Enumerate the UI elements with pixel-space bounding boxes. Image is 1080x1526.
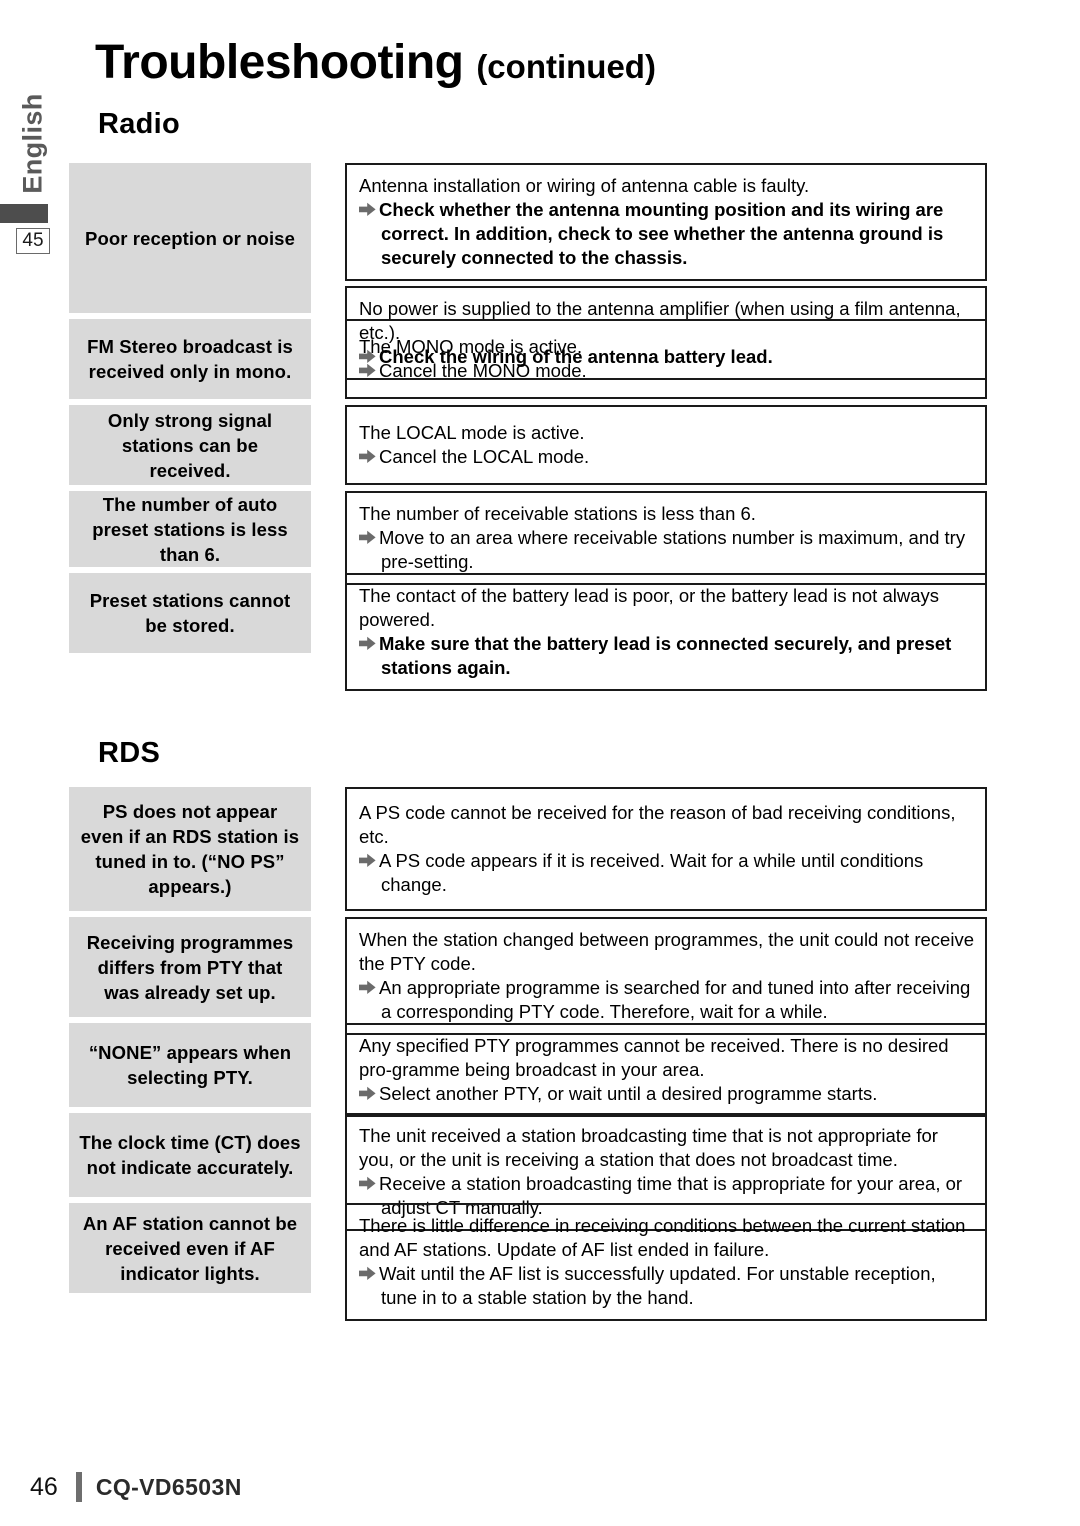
cause-remedy-box: A PS code cannot be received for the rea… <box>345 787 987 911</box>
cause-text: A PS code cannot be received for the rea… <box>359 802 956 847</box>
remedy-arrow-icon <box>359 980 379 995</box>
symptom-text: FM Stereo broadcast is received only in … <box>87 336 293 382</box>
cause-remedy-box: There is little difference in receiving … <box>345 1203 987 1321</box>
cause-remedy-box: Any specified PTY programmes cannot be r… <box>345 1023 987 1117</box>
symptom-cell: Preset stations cannot be stored. <box>69 573 311 653</box>
footer-model-name: CQ-VD6503N <box>95 1473 242 1500</box>
cause-remedy-box: The LOCAL mode is active. Cancel the LOCA… <box>345 405 987 485</box>
symptom-text: Preset stations cannot be stored. <box>89 590 291 636</box>
remedy-text: Cancel the LOCAL mode. <box>359 445 975 469</box>
table-row: Receiving programmes differs from PTY th… <box>69 917 987 1035</box>
cause-text: Antenna installation or wiring of antenn… <box>359 175 810 196</box>
symptom-cell: Only strong signal stations can be recei… <box>69 405 311 485</box>
cause-remedy-box: When the station changed between program… <box>345 917 987 1035</box>
remedy-text: Wait until the AF list is successfully u… <box>359 1262 975 1310</box>
cause-remedy-cell: The MONO mode is active. Cancel the MONO … <box>345 319 987 399</box>
remedy-arrow-icon <box>359 636 379 651</box>
remedy-text: Cancel the MONO mode. <box>359 359 975 383</box>
remedy-arrow-icon <box>359 853 379 868</box>
cause-remedy-box: The contact of the battery lead is poor,… <box>345 573 987 691</box>
remedy-text: Move to an area where receivable station… <box>359 526 975 574</box>
remedy-arrow-icon <box>359 363 379 378</box>
cause-text: The contact of the battery lead is poor,… <box>359 585 939 630</box>
table-row: An AF station cannot be received even if… <box>69 1203 987 1321</box>
language-tab-label: English <box>17 93 48 194</box>
symptom-cell: PS does not appear even if an RDS statio… <box>69 787 311 911</box>
cause-remedy-box: Antenna installation or wiring of antenn… <box>345 163 987 281</box>
remedy-text: An appropriate programme is searched for… <box>359 976 975 1024</box>
cause-remedy-cell: The LOCAL mode is active. Cancel the LOCA… <box>345 405 987 485</box>
remedy-text: Check whether the antenna mounting posit… <box>359 198 975 270</box>
symptom-cell: The number of auto preset stations is le… <box>69 491 311 567</box>
side-tab-bar <box>0 204 48 223</box>
symptom-text: Poor reception or noise <box>85 227 295 249</box>
cause-text: Any specified PTY programmes cannot be r… <box>359 1035 949 1080</box>
cause-remedy-cell: The contact of the battery lead is poor,… <box>345 573 987 691</box>
section-heading-rds: RDS <box>98 737 161 769</box>
cause-text: The LOCAL mode is active. <box>359 422 585 443</box>
cause-text: The MONO mode is active. <box>359 336 583 357</box>
symptom-cell: The clock time (CT) does not indicate ac… <box>69 1113 311 1197</box>
table-row: PS does not appear even if an RDS statio… <box>69 787 987 911</box>
symptom-cell: Receiving programmes differs from PTY th… <box>69 917 311 1017</box>
table-row: The number of auto preset stations is le… <box>69 491 987 585</box>
remedy-text: A PS code appears if it is received. Wai… <box>359 849 975 897</box>
troubleshooting-table-radio: Poor reception or noise Antenna installat… <box>69 163 987 691</box>
symptom-text: PS does not appear even if an RDS statio… <box>80 801 300 897</box>
side-page-number: 45 <box>16 228 50 254</box>
section-heading-radio: Radio <box>98 108 181 140</box>
table-row: Preset stations cannot be stored. The con… <box>69 573 987 691</box>
symptom-cell: Poor reception or noise <box>69 163 311 313</box>
symptom-text: Only strong signal stations can be recei… <box>107 409 273 481</box>
cause-text: There is little difference in receiving … <box>359 1215 966 1260</box>
page-title: Troubleshooting (continued) <box>95 36 656 94</box>
cause-remedy-cell: The number of receivable stations is les… <box>345 491 987 585</box>
cause-remedy-box: The MONO mode is active. Cancel the MONO … <box>345 319 987 399</box>
table-row: Only strong signal stations can be recei… <box>69 405 987 485</box>
cause-remedy-box: The number of receivable stations is les… <box>345 491 987 585</box>
table-row: The clock time (CT) does not indicate ac… <box>69 1113 987 1231</box>
cause-text: The number of receivable stations is les… <box>359 503 756 524</box>
remedy-arrow-icon <box>359 1266 379 1281</box>
symptom-text: An AF station cannot be received even if… <box>82 1212 298 1284</box>
footer-page-number: 46 <box>30 1472 58 1501</box>
remedy-arrow-icon <box>359 530 379 545</box>
page-title-main: Troubleshooting <box>95 36 464 89</box>
cause-remedy-cell: There is little difference in receiving … <box>345 1203 987 1321</box>
troubleshooting-table-rds: PS does not appear even if an RDS statio… <box>69 787 987 1321</box>
cause-text: When the station changed between program… <box>359 929 974 974</box>
cause-text: The unit received a station broadcasting… <box>359 1125 938 1170</box>
table-row: “NONE” appears when selecting PTY. Any sp… <box>69 1023 987 1117</box>
symptom-text: The number of auto preset stations is le… <box>92 493 288 565</box>
symptom-text: The clock time (CT) does not indicate ac… <box>79 1132 301 1178</box>
table-row: Poor reception or noise Antenna installat… <box>69 163 987 380</box>
symptom-cell: An AF station cannot be received even if… <box>69 1203 311 1293</box>
page-title-continued: (continued) <box>476 48 656 85</box>
remedy-text: Make sure that the battery lead is conne… <box>359 632 975 680</box>
cause-remedy-cell: A PS code cannot be received for the rea… <box>345 787 987 911</box>
symptom-text: Receiving programmes differs from PTY th… <box>86 931 294 1003</box>
cause-remedy-cell: When the station changed between program… <box>345 917 987 1035</box>
cause-remedy-cell: Antenna installation or wiring of antenn… <box>345 163 987 380</box>
remedy-arrow-icon <box>359 449 379 464</box>
footer: 46 CQ-VD6503N <box>30 1472 242 1502</box>
cause-remedy-cell: Any specified PTY programmes cannot be r… <box>345 1023 987 1117</box>
cause-remedy-cell: The unit received a station broadcasting… <box>345 1113 987 1231</box>
remedy-arrow-icon <box>359 1086 379 1101</box>
symptom-text: “NONE” appears when selecting PTY. <box>88 1042 292 1088</box>
symptom-cell: FM Stereo broadcast is received only in … <box>69 319 311 399</box>
footer-divider <box>75 1472 82 1502</box>
remedy-arrow-icon <box>359 202 379 217</box>
symptom-cell: “NONE” appears when selecting PTY. <box>69 1023 311 1107</box>
remedy-text: Select another PTY, or wait until a desi… <box>359 1082 975 1106</box>
table-row: FM Stereo broadcast is received only in … <box>69 319 987 399</box>
remedy-arrow-icon <box>359 1176 379 1191</box>
